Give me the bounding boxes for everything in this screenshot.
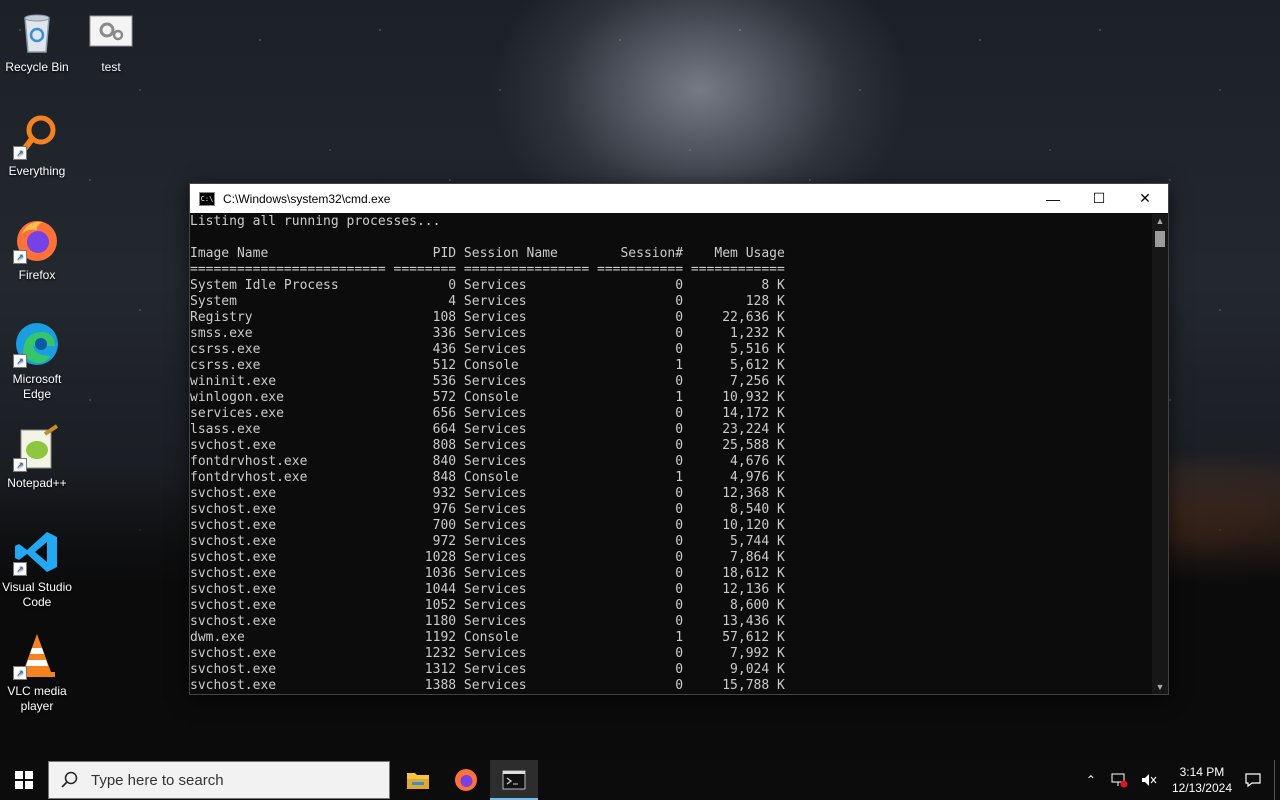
notepad-plus-plus-icon: ↗ xyxy=(13,424,61,472)
search-placeholder: Type here to search xyxy=(91,771,224,789)
taskbar: Type here to search ⌃ 3:14 PM 12/13/2024 xyxy=(0,760,1280,800)
desktop-icon-label: test xyxy=(101,60,121,74)
windows-logo-icon xyxy=(15,771,33,789)
console-line: csrss.exe 512 Console 1 5,612 K xyxy=(190,358,785,373)
desktop-icon-label: Microsoft Edge xyxy=(12,372,62,401)
console-line: svchost.exe 808 Services 0 25,588 K xyxy=(190,438,785,453)
console-line: svchost.exe 976 Services 0 8,540 K xyxy=(190,502,785,517)
cmd-icon: C:\ xyxy=(199,191,215,206)
console-line: svchost.exe 1052 Services 0 8,600 K xyxy=(190,598,785,613)
console-line: fontdrvhost.exe 848 Console 1 4,976 K xyxy=(190,470,785,485)
console-line: fontdrvhost.exe 840 Services 0 4,676 K xyxy=(190,454,785,469)
console-line: svchost.exe 700 Services 0 10,120 K xyxy=(190,518,785,533)
desktop-icon-firefox[interactable]: ↗ Firefox xyxy=(0,216,74,283)
console-line: svchost.exe 1180 Services 0 13,436 K xyxy=(190,614,785,629)
console-line: System Idle Process 0 Services 0 8 K xyxy=(190,278,785,293)
desktop-icon-label: Visual Studio Code xyxy=(2,580,72,609)
scrollbar-thumb[interactable] xyxy=(1155,231,1165,247)
desktop-icon-microsoft-edge[interactable]: ↗ Microsoft Edge xyxy=(0,320,74,402)
console-line: Image Name PID Session Name Session# Mem… xyxy=(190,246,785,261)
console-line: svchost.exe 1232 Services 0 7,992 K xyxy=(190,646,785,661)
desktop-icon-everything[interactable]: ↗ Everything xyxy=(0,112,74,179)
clock-date: 12/13/2024 xyxy=(1171,781,1232,795)
desktop-icon-label: Recycle Bin xyxy=(5,60,69,74)
vlc-cone-icon: ↗ xyxy=(13,632,61,680)
taskbar-firefox[interactable] xyxy=(442,760,490,800)
console-line: svchost.exe 1388 Services 0 15,788 K xyxy=(190,678,785,693)
scroll-up-arrow-icon[interactable]: ▲ xyxy=(1152,214,1168,228)
minimize-button[interactable]: — xyxy=(1030,184,1076,213)
chevron-up-icon[interactable]: ⌃ xyxy=(1086,773,1096,787)
taskbar-clock[interactable]: 3:14 PM 12/13/2024 xyxy=(1172,764,1232,796)
console-line: lsass.exe 664 Services 0 23,224 K xyxy=(190,422,785,437)
clock-time: 3:14 PM xyxy=(1179,765,1225,779)
firefox-icon xyxy=(455,769,477,791)
cmd-icon xyxy=(502,770,526,790)
shortcut-arrow-icon: ↗ xyxy=(13,458,27,472)
console-line: svchost.exe 1312 Services 0 9,024 K xyxy=(190,662,785,677)
shortcut-arrow-icon: ↗ xyxy=(13,146,27,160)
console-line: csrss.exe 436 Services 0 5,516 K xyxy=(190,342,785,357)
cmd-window[interactable]: C:\ C:\Windows\system32\cmd.exe — ☐ ✕ Li… xyxy=(189,183,1169,695)
console-line: ========================= ======== =====… xyxy=(190,262,785,277)
network-disconnected-icon[interactable] xyxy=(1110,772,1128,788)
window-title: C:\Windows\system32\cmd.exe xyxy=(223,191,391,206)
desktop-icon-recycle-bin[interactable]: Recycle Bin xyxy=(0,8,74,75)
show-desktop-button[interactable] xyxy=(1274,760,1280,800)
scroll-down-arrow-icon[interactable]: ▼ xyxy=(1152,680,1168,694)
maximize-button[interactable]: ☐ xyxy=(1076,184,1122,213)
desktop-icon-notepad-plus-plus[interactable]: ↗ Notepad++ xyxy=(0,424,74,491)
shortcut-arrow-icon: ↗ xyxy=(13,666,27,680)
recycle-bin-icon xyxy=(13,8,61,56)
firefox-icon: ↗ xyxy=(13,216,61,264)
console-line: svchost.exe 1044 Services 0 12,136 K xyxy=(190,582,785,597)
shortcut-arrow-icon: ↗ xyxy=(13,354,27,368)
edge-icon: ↗ xyxy=(13,320,61,368)
desktop-icon-vscode[interactable]: ↗ Visual Studio Code xyxy=(0,528,74,610)
desktop-icon-vlc[interactable]: ↗ VLC media player xyxy=(0,632,74,714)
notifications-icon[interactable] xyxy=(1244,772,1262,788)
shortcut-arrow-icon: ↗ xyxy=(13,562,27,576)
volume-muted-icon[interactable] xyxy=(1140,772,1158,788)
system-tray: ⌃ 3:14 PM 12/13/2024 xyxy=(1078,760,1280,800)
console-line: System 4 Services 0 128 K xyxy=(190,294,785,309)
close-button[interactable]: ✕ xyxy=(1122,184,1168,213)
console-line: svchost.exe 932 Services 0 12,368 K xyxy=(190,486,785,501)
console-output[interactable]: Listing all running processes... Image Na… xyxy=(190,214,1152,694)
desktop-icon-label: Notepad++ xyxy=(7,476,67,490)
search-icon xyxy=(61,771,78,788)
start-button[interactable] xyxy=(0,760,48,800)
console-line: svchost.exe 1036 Services 0 18,612 K xyxy=(190,566,785,581)
desktop-icon-test[interactable]: test xyxy=(74,8,148,75)
shortcut-arrow-icon: ↗ xyxy=(13,250,27,264)
console-line: smss.exe 336 Services 0 1,232 K xyxy=(190,326,785,341)
taskbar-file-explorer[interactable] xyxy=(394,760,442,800)
console-line: dwm.exe 1192 Console 1 57,612 K xyxy=(190,630,785,645)
everything-search-icon: ↗ xyxy=(13,112,61,160)
desktop-icon-label: Everything xyxy=(8,164,66,178)
taskbar-command-prompt[interactable] xyxy=(490,760,538,800)
folder-icon xyxy=(407,773,429,789)
window-titlebar[interactable]: C:\ C:\Windows\system32\cmd.exe — ☐ ✕ xyxy=(190,184,1168,213)
console-line: svchost.exe 1028 Services 0 7,864 K xyxy=(190,550,785,565)
taskbar-search-box[interactable]: Type here to search xyxy=(48,761,390,799)
console-line: wininit.exe 536 Services 0 7,256 K xyxy=(190,374,785,389)
console-line: Registry 108 Services 0 22,636 K xyxy=(190,310,785,325)
console-line: Listing all running processes... xyxy=(190,214,441,229)
console-line: winlogon.exe 572 Console 1 10,932 K xyxy=(190,390,785,405)
vscode-icon: ↗ xyxy=(13,528,61,576)
console-line: services.exe 656 Services 0 14,172 K xyxy=(190,406,785,421)
console-scrollbar[interactable]: ▲ ▼ xyxy=(1152,214,1168,694)
console-line: svchost.exe 972 Services 0 5,744 K xyxy=(190,534,785,549)
desktop-icon-label: VLC media player xyxy=(7,684,67,713)
settings-file-icon xyxy=(87,8,135,56)
desktop-icon-label: Firefox xyxy=(18,268,56,282)
